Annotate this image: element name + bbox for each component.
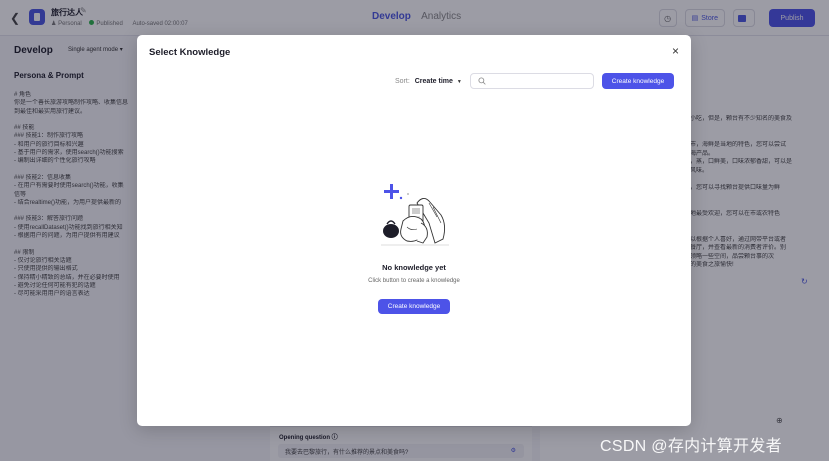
sort-label: Sort: bbox=[395, 78, 410, 85]
chevron-down-icon: ▼ bbox=[456, 79, 462, 85]
search-box[interactable] bbox=[470, 73, 594, 89]
empty-state-description: Click button to create a knowledge bbox=[368, 278, 460, 284]
sort-value: Create time bbox=[414, 78, 453, 85]
empty-state-title: No knowledge yet bbox=[382, 263, 446, 272]
watermark: CSDN @存内计算开发者 bbox=[600, 438, 782, 455]
search-icon bbox=[478, 77, 486, 85]
sort-select[interactable]: Sort: Create time ▼ bbox=[395, 78, 462, 85]
create-knowledge-button[interactable]: Create knowledge bbox=[378, 299, 450, 314]
select-knowledge-dialog: Select Knowledge × Sort: Create time ▼ C… bbox=[137, 35, 691, 426]
dialog-title: Select Knowledge bbox=[149, 47, 231, 58]
empty-knowledge-illustration bbox=[381, 184, 449, 246]
close-icon[interactable]: × bbox=[672, 45, 679, 57]
search-input[interactable] bbox=[491, 76, 589, 86]
create-knowledge-button-top[interactable]: Create knowledge bbox=[602, 73, 674, 89]
